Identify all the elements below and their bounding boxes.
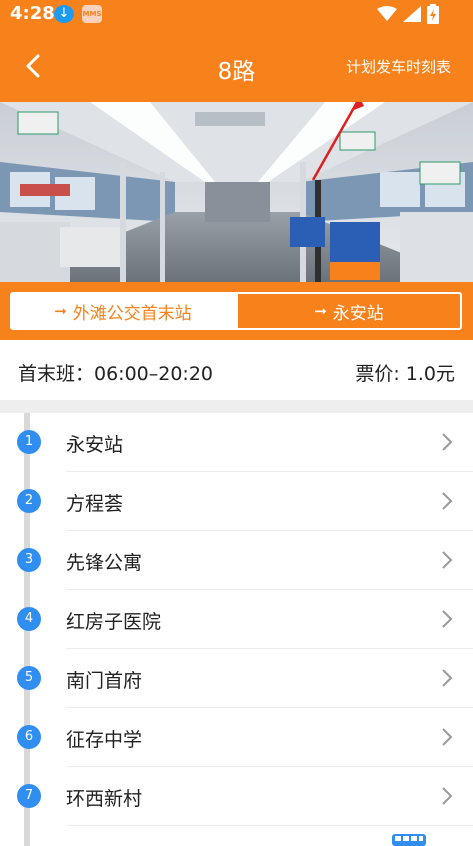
list-item[interactable]: 3 先锋公寓: [0, 531, 473, 590]
download-icon: ↓: [54, 5, 74, 23]
stop-name: 永安站: [66, 434, 124, 456]
first-last-time: 首末班：06:00–20:20: [18, 363, 214, 385]
stop-name: 南门首府: [66, 670, 143, 692]
schedule-link[interactable]: 计划发车时刻表: [346, 56, 451, 77]
section-divider: [0, 400, 473, 413]
direction-label: 永安站: [332, 303, 384, 324]
direction-arrow-icon: ➞: [54, 302, 67, 320]
list-item[interactable]: 6 征存中学: [0, 708, 473, 767]
status-icons: [377, 4, 439, 24]
stop-name: 先锋公寓: [66, 552, 143, 574]
app-bar: 8路 计划发车时刻表: [0, 28, 473, 102]
list-item[interactable]: 4 红房子医院: [0, 590, 473, 649]
stop-number: 1: [17, 430, 41, 454]
stop-number: 6: [17, 725, 41, 749]
signal-icon: [403, 6, 421, 22]
stop-name: 红房子医院: [66, 611, 162, 633]
list-item[interactable]: 1 永安站: [0, 413, 473, 472]
stop-name: 环西新村: [66, 788, 143, 810]
battery-icon: [427, 4, 439, 24]
bus-interior-image: [0, 102, 473, 282]
stop-list: 1 永安站 2 方程荟 3 先锋公寓 4 红房子医院 5 南门首府 6 征存中学…: [0, 413, 473, 846]
stop-name: 方程荟: [66, 493, 124, 515]
chevron-right-icon: [442, 787, 453, 805]
mms-icon: MMS: [82, 5, 102, 23]
direction-label: 外滩公交首末站: [72, 303, 192, 324]
list-item[interactable]: 2 方程荟: [0, 472, 473, 531]
stop-number: 3: [17, 548, 41, 572]
bus-icon: [392, 834, 426, 846]
list-item[interactable]: 5 南门首府: [0, 649, 473, 708]
wifi-icon: [377, 6, 397, 21]
stop-name: 征存中学: [66, 729, 143, 751]
status-bar: 4:28 ↓ MMS: [0, 0, 473, 28]
stop-number: 4: [17, 607, 41, 631]
chevron-right-icon: [442, 551, 453, 569]
direction-switch: ➞ 外滩公交首末站 ➞ 永安站: [0, 282, 473, 340]
chevron-right-icon: [442, 492, 453, 510]
stop-number: 2: [17, 489, 41, 513]
direction-tab-yongan[interactable]: ➞ 永安站: [236, 292, 462, 330]
chevron-right-icon: [442, 433, 453, 451]
chevron-right-icon: [442, 669, 453, 687]
direction-tab-waitan[interactable]: ➞ 外滩公交首末站: [10, 292, 236, 330]
stop-number: 5: [17, 666, 41, 690]
direction-arrow-icon: ➞: [314, 302, 327, 320]
list-item[interactable]: 7 环西新村: [0, 767, 473, 826]
row-divider: [66, 825, 473, 826]
stop-number: 7: [17, 784, 41, 808]
chevron-right-icon: [442, 728, 453, 746]
route-info: 首末班：06:00–20:20 票价: 1.0元: [0, 340, 473, 400]
fare: 票价: 1.0元: [355, 363, 455, 385]
chevron-right-icon: [442, 610, 453, 628]
status-time: 4:28: [10, 3, 55, 24]
